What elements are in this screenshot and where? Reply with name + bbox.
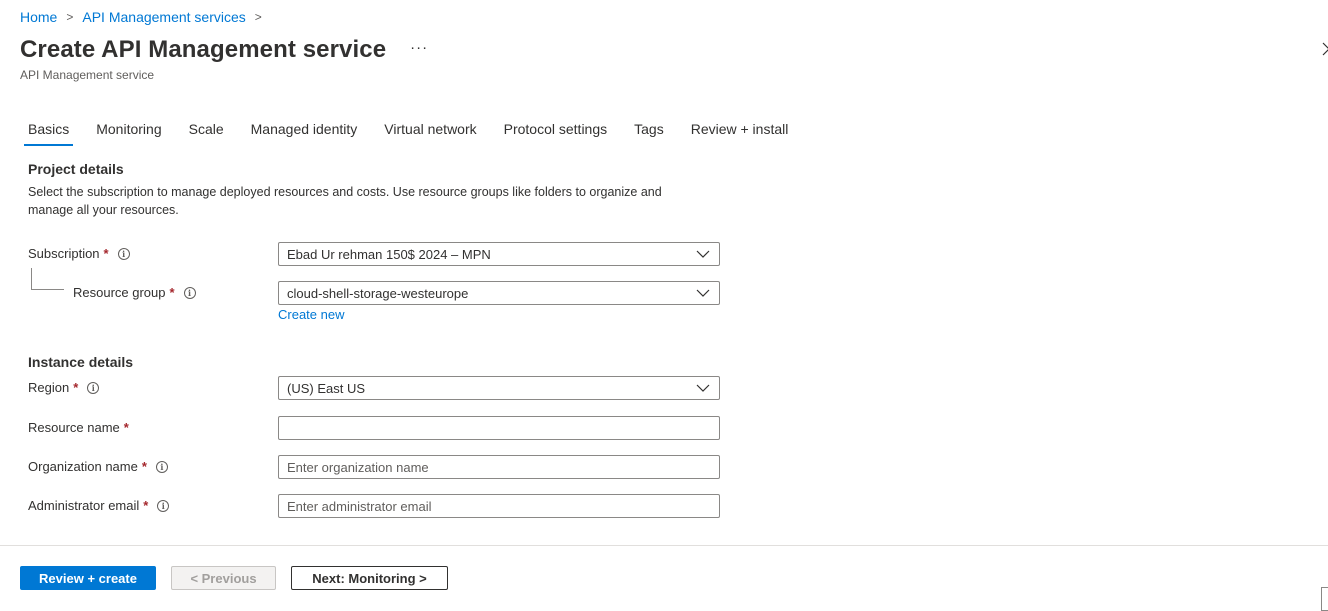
- info-icon[interactable]: i: [87, 381, 100, 394]
- required-mark: *: [169, 285, 175, 300]
- region-value: (US) East US: [287, 380, 366, 396]
- review-create-button[interactable]: Review + create: [20, 566, 156, 590]
- info-icon[interactable]: i: [155, 460, 168, 473]
- page-title: Create API Management service: [20, 36, 387, 63]
- resource-group-label-text: Resource group: [73, 285, 166, 300]
- region-select[interactable]: (US) East US: [278, 376, 720, 400]
- info-icon[interactable]: i: [157, 499, 170, 512]
- required-mark: *: [103, 246, 109, 261]
- tab-managed-identity[interactable]: Managed identity: [251, 114, 358, 146]
- tab-scale[interactable]: Scale: [189, 114, 224, 146]
- footer-divider: [0, 545, 1328, 546]
- resource-group-value: cloud-shell-storage-westeurope: [287, 285, 469, 301]
- breadcrumb-services-link[interactable]: API Management services: [82, 9, 245, 25]
- breadcrumb-home-link[interactable]: Home: [20, 9, 57, 25]
- resource-name-input[interactable]: [278, 416, 720, 440]
- region-label: Region * i: [28, 380, 100, 395]
- administrator-email-input[interactable]: [278, 494, 720, 518]
- required-mark: *: [123, 420, 129, 435]
- required-mark: *: [73, 380, 79, 395]
- info-icon[interactable]: i: [183, 286, 196, 299]
- subscription-value: Ebad Ur rehman 150$ 2024 – MPN: [287, 246, 491, 262]
- title-row: Create API Management service ···: [20, 36, 428, 64]
- breadcrumb-separator: >: [66, 10, 74, 24]
- chevron-down-icon: [695, 285, 711, 301]
- tab-review-install[interactable]: Review + install: [691, 114, 789, 146]
- project-details-heading: Project details: [28, 161, 124, 177]
- instance-details-heading: Instance details: [28, 354, 134, 370]
- subscription-select[interactable]: Ebad Ur rehman 150$ 2024 – MPN: [278, 242, 720, 266]
- organization-name-input[interactable]: [278, 455, 720, 479]
- resource-group-label: Resource group * i: [73, 285, 196, 300]
- next-monitoring-button[interactable]: Next: Monitoring >: [291, 566, 448, 590]
- tab-bar: Basics Monitoring Scale Managed identity…: [20, 114, 802, 146]
- previous-button: < Previous: [171, 566, 276, 590]
- tab-basics[interactable]: Basics: [23, 114, 74, 146]
- organization-name-label: Organization name * i: [28, 459, 168, 474]
- resource-name-label-text: Resource name: [28, 420, 120, 435]
- administrator-email-label-text: Administrator email: [28, 498, 140, 513]
- administrator-email-label: Administrator email * i: [28, 498, 170, 513]
- chevron-down-icon: [695, 380, 711, 396]
- tab-monitoring[interactable]: Monitoring: [96, 114, 161, 146]
- resource-name-label: Resource name *: [28, 420, 129, 435]
- scrollbar-corner: [1321, 587, 1328, 611]
- tree-connector-line: [31, 268, 64, 290]
- subscription-label-text: Subscription: [28, 246, 100, 261]
- page-subtitle: API Management service: [20, 68, 155, 82]
- required-mark: *: [143, 498, 149, 513]
- required-mark: *: [141, 459, 147, 474]
- create-new-resource-group-link[interactable]: Create new: [278, 307, 344, 322]
- subscription-label: Subscription * i: [28, 246, 130, 261]
- project-details-description: Select the subscription to manage deploy…: [28, 185, 662, 217]
- breadcrumb-separator: >: [254, 10, 262, 24]
- info-icon[interactable]: i: [117, 247, 130, 260]
- more-options-button[interactable]: ···: [410, 40, 428, 61]
- organization-name-label-text: Organization name: [28, 459, 138, 474]
- region-label-text: Region: [28, 380, 70, 395]
- chevron-down-icon: [695, 246, 711, 262]
- breadcrumb: Home > API Management services >: [20, 9, 271, 25]
- resource-group-select[interactable]: cloud-shell-storage-westeurope: [278, 281, 720, 305]
- tab-protocol-settings[interactable]: Protocol settings: [504, 114, 608, 146]
- chevron-right-icon[interactable]: [1322, 40, 1328, 61]
- tab-virtual-network[interactable]: Virtual network: [384, 114, 476, 146]
- tab-tags[interactable]: Tags: [634, 114, 664, 146]
